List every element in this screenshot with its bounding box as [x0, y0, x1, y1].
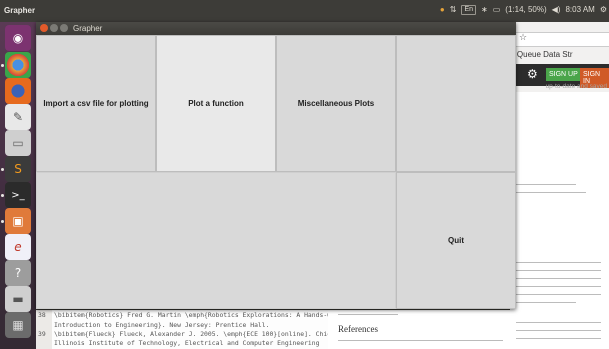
browser-tab[interactable]: ʃ Queue Data Str	[512, 50, 609, 64]
chrome-icon[interactable]	[5, 52, 31, 78]
help-icon[interactable]: ?	[5, 260, 31, 286]
workspace-switcher-icon[interactable]: ▦	[5, 312, 31, 338]
active-app-title: Grapher	[4, 6, 36, 15]
ubuntu-dash-icon[interactable]: ◉	[5, 25, 31, 51]
save-status: up-to-date and saved	[545, 83, 607, 90]
bluetooth-icon[interactable]: ∗	[481, 5, 488, 15]
firefox-icon[interactable]	[5, 78, 31, 104]
chrome-indicator-icon[interactable]: ●	[440, 5, 445, 15]
tab-label: Queue Data Str	[516, 50, 573, 59]
code-line: Illinois Institute of Technology, Electr…	[54, 339, 320, 347]
references-heading: References	[338, 324, 378, 334]
misc-plots-button[interactable]: Miscellaneous Plots	[276, 35, 396, 172]
keyboard-layout[interactable]: En	[461, 5, 477, 15]
eclipse-icon[interactable]: e	[5, 234, 31, 260]
volume-icon[interactable]: ◀)	[552, 5, 561, 15]
pdf-bottom: References	[328, 310, 510, 349]
battery-icon[interactable]: ▭	[493, 5, 501, 15]
empty-area	[36, 172, 396, 309]
import-csv-button[interactable]: Import a csv file for plotting	[36, 35, 156, 172]
line-number: 38	[38, 311, 46, 319]
code-line: \bibitem{Flueck} Flueck, Alexander J. 20…	[54, 330, 347, 338]
signup-button[interactable]: SIGN UP	[546, 68, 581, 81]
code-line: \bibitem{Robotics} Fred G. Martin \emph{…	[54, 311, 335, 319]
drive-icon[interactable]: ▬	[5, 286, 31, 312]
network-icon[interactable]: ⇅	[450, 5, 457, 15]
battery-status[interactable]: (1:14, 50%)	[505, 5, 546, 15]
screenshot-icon[interactable]: ▣	[5, 208, 31, 234]
address-bar[interactable]: ☆	[514, 32, 609, 47]
minimize-window-icon[interactable]	[50, 24, 58, 32]
plot-function-button[interactable]: Plot a function	[156, 35, 276, 172]
background-editor: 38 \bibitem{Robotics} Fred G. Martin \em…	[36, 310, 346, 349]
text-editor-icon[interactable]: ✎	[5, 104, 31, 130]
sublime-text-icon[interactable]: S	[5, 156, 31, 182]
window-titlebar[interactable]: Grapher	[36, 22, 516, 35]
empty-button-slot[interactable]	[396, 35, 516, 172]
grapher-window: Grapher Import a csv file for plotting P…	[36, 22, 516, 309]
pdf-preview	[510, 92, 609, 349]
launcher: ◉ ✎ ▭ S >_ ▣ e ? ▬ ▦	[0, 22, 36, 349]
line-number: 39	[38, 330, 46, 338]
file-manager-icon[interactable]: ▭	[5, 130, 31, 156]
bookmark-star-icon[interactable]: ☆	[519, 33, 527, 43]
close-window-icon[interactable]	[40, 24, 48, 32]
grapher-content: Import a csv file for plotting Plot a fu…	[36, 35, 516, 309]
settings-gear-icon[interactable]: ⚙	[600, 5, 607, 15]
window-title: Grapher	[73, 24, 103, 33]
gear-icon[interactable]: ⚙	[527, 67, 538, 81]
clock[interactable]: 8:03 AM	[565, 5, 594, 15]
quit-button[interactable]: Quit	[396, 172, 516, 309]
maximize-window-icon[interactable]	[60, 24, 68, 32]
code-line: Introduction to Engineering}. New Jersey…	[54, 321, 270, 329]
indicator-area: ● ⇅ En ∗ ▭ (1:14, 50%) ◀) 8:03 AM ⚙	[440, 5, 607, 15]
top-panel: Grapher ● ⇅ En ∗ ▭ (1:14, 50%) ◀) 8:03 A…	[0, 0, 609, 22]
background-browser: ☆ ʃ Queue Data Str ⚙ SIGN UP SIGN IN up-…	[510, 22, 609, 349]
terminal-icon[interactable]: >_	[5, 182, 31, 208]
